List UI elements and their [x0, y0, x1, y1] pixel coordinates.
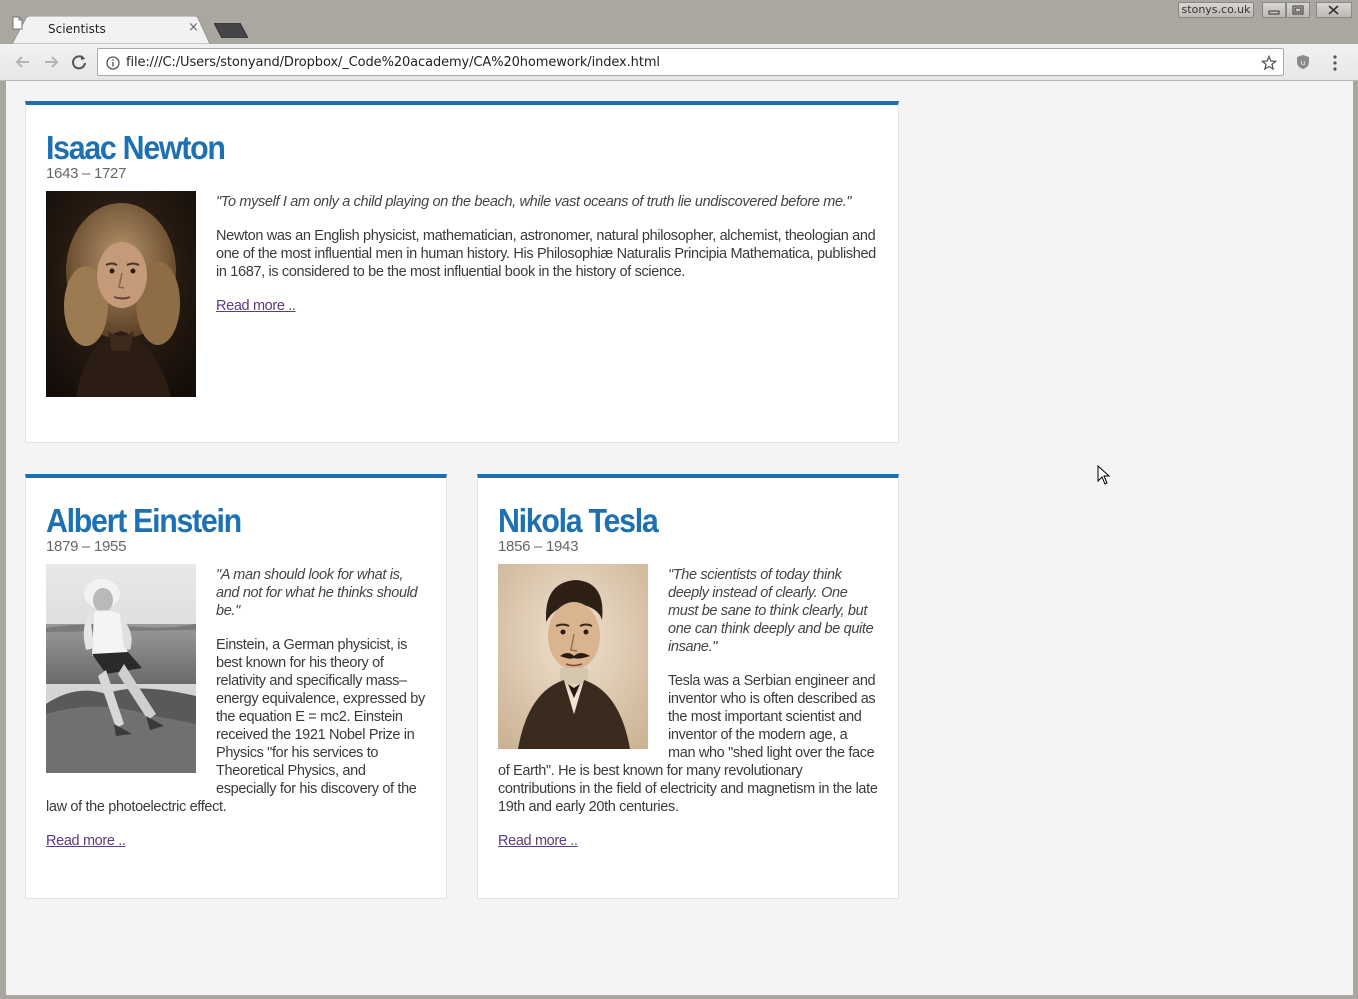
- browser-toolbar: file:///C:/Users/stonyand/Dropbox/_Code%…: [0, 44, 1358, 81]
- scientist-card-einstein: Albert Einstein 1879 – 1955 "A man shoul…: [25, 474, 447, 899]
- ublock-icon[interactable]: u: [1295, 54, 1311, 70]
- reload-icon[interactable]: [68, 51, 90, 73]
- tab-scientists[interactable]: Scientists ×: [12, 16, 211, 44]
- info-icon[interactable]: [106, 56, 120, 70]
- page-viewport: Isaac Newton 1643 – 1727 "To myself I am…: [6, 81, 1353, 995]
- scientist-name: Albert Einstein: [46, 502, 242, 539]
- window-bottom-border: [0, 995, 1358, 999]
- window-close-button[interactable]: [1316, 2, 1352, 18]
- scientist-name: Isaac Newton: [46, 129, 226, 166]
- url-text[interactable]: file:///C:/Users/stonyand/Dropbox/_Code%…: [126, 55, 660, 70]
- new-tab-button[interactable]: [214, 23, 248, 38]
- mouse-cursor-icon: [1097, 465, 1111, 485]
- forward-arrow-icon[interactable]: [40, 51, 62, 73]
- scientist-dates: 1643 – 1727: [46, 165, 127, 182]
- scientist-card-tesla: Nikola Tesla 1856 – 1943 "The scientists…: [477, 474, 899, 899]
- read-more-link[interactable]: Read more ..: [498, 833, 578, 849]
- star-icon[interactable]: [1261, 55, 1277, 71]
- close-icon: [1328, 5, 1339, 15]
- tab-close-icon[interactable]: ×: [188, 20, 199, 35]
- einstein-portrait: [46, 564, 196, 773]
- scientist-dates: 1856 – 1943: [498, 538, 579, 555]
- read-more-link[interactable]: Read more ..: [46, 833, 126, 849]
- restore-icon: [1292, 5, 1304, 15]
- scientist-name: Nikola Tesla: [498, 502, 659, 539]
- window-restore-button[interactable]: [1286, 2, 1310, 18]
- window-minimize-button[interactable]: [1262, 2, 1286, 18]
- read-more-link[interactable]: Read more ..: [216, 298, 296, 314]
- scientist-card-newton: Isaac Newton 1643 – 1727 "To myself I am…: [25, 101, 899, 443]
- tab-shape: [12, 16, 211, 44]
- newton-portrait: [46, 191, 196, 397]
- svg-text:u: u: [1301, 59, 1305, 67]
- address-bar[interactable]: file:///C:/Users/stonyand/Dropbox/_Code%…: [97, 48, 1284, 76]
- profile-badge[interactable]: stonys.co.uk: [1178, 2, 1254, 18]
- tesla-portrait: [498, 564, 648, 749]
- minimize-icon: [1268, 10, 1280, 15]
- window-titlebar: Scientists × stonys.co.uk: [0, 0, 1358, 44]
- back-arrow-icon[interactable]: [12, 51, 34, 73]
- scientist-dates: 1879 – 1955: [46, 538, 127, 555]
- kebab-menu-icon[interactable]: [1330, 54, 1340, 72]
- tab-title: Scientists: [48, 22, 106, 36]
- document-icon: [12, 16, 23, 30]
